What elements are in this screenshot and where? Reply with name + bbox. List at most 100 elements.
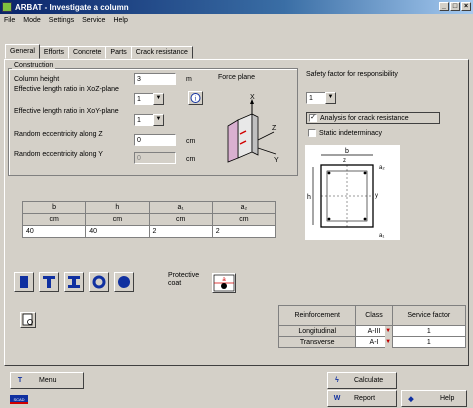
menu-settings[interactable]: Settings (45, 17, 78, 24)
column-height-unit: m (186, 76, 192, 83)
column-front-face (237, 113, 253, 159)
force-plane-label: Force plane (218, 74, 255, 81)
random-ecc-y-input[interactable]: 0 (134, 152, 176, 164)
info-icon: i (190, 93, 201, 103)
safety-factor-label: Safety factor for responsibility (306, 71, 398, 78)
axis-label-y: y (375, 193, 378, 199)
service-factor-value[interactable]: 1 (391, 325, 467, 337)
help-button-label: Help (440, 395, 455, 402)
analysis-crack-label: Analysis for crack resistance (320, 114, 409, 122)
value-a2[interactable]: 2 (211, 225, 277, 238)
circle-section-icon (118, 276, 130, 288)
column-height-label: Column height (14, 76, 60, 83)
calculate-button-label: Calculate (354, 377, 384, 384)
tab-concrete[interactable]: Concrete (68, 46, 107, 59)
scad-logo-text: SCAD (13, 397, 25, 402)
preview-page-icon (22, 313, 33, 326)
menu-mode[interactable]: Mode (19, 17, 45, 24)
report-button-label: Report (354, 395, 376, 402)
rebar-point (363, 171, 367, 175)
table-units-row: cm cm cm cm (21, 213, 277, 226)
info-button[interactable]: i (188, 91, 203, 105)
safety-factor-select[interactable]: 1 ▼ (306, 92, 336, 104)
unit-a1: cm (148, 213, 213, 226)
z-axis-line (257, 131, 275, 141)
circle-profile-button[interactable] (114, 272, 134, 292)
tab-parts[interactable]: Parts (105, 46, 132, 59)
reinforcement-class-value: A-III (367, 327, 381, 335)
app-icon (2, 2, 12, 12)
random-ecc-z-input[interactable]: 0 (134, 134, 176, 146)
reinforcement-class-select[interactable]: A-III ▼ (355, 325, 393, 337)
svg-text:i: i (195, 95, 197, 103)
rebar-point (327, 217, 331, 221)
section-dimensions-table: b h a₁ a₂ cm cm cm cm 40 40 2 2 (21, 201, 277, 238)
report-button[interactable]: W Report (327, 390, 397, 407)
report-icon: W (333, 395, 341, 402)
eff-length-xoy-select[interactable]: 1 ▼ (134, 114, 164, 126)
tab-crack-resistance[interactable]: Crack resistance (130, 46, 193, 59)
dim-label-a2: a₂ (379, 165, 385, 171)
menu-bar: File Mode Settings Service Help (0, 14, 473, 26)
eff-length-xoz-label: Effective length ratio in XoZ-plane (14, 86, 119, 93)
col-header-b: b (21, 201, 87, 214)
service-factor-header: Service factor (391, 305, 467, 326)
reinforcement-header: Reinforcement (277, 305, 357, 326)
reinforcement-class-select[interactable]: A-I ▼ (355, 336, 393, 348)
value-b[interactable]: 40 (21, 225, 87, 238)
window-controls: _ □ × (439, 2, 471, 11)
menu-help[interactable]: Help (109, 17, 131, 24)
scad-logo-flag: SCAD (10, 395, 28, 404)
static-indeterminacy-checkbox[interactable]: Static indeterminacy (308, 129, 382, 137)
tee-section-icon (43, 276, 55, 288)
protective-coat-button[interactable]: a (212, 273, 236, 293)
checkbox-checked-icon: ✓ (309, 114, 317, 122)
tab-general[interactable]: General (5, 44, 40, 59)
menu-button[interactable]: T Menu (10, 372, 84, 389)
rebar-point (363, 217, 367, 221)
analysis-crack-checkbox[interactable]: ✓ Analysis for crack resistance (306, 112, 440, 124)
close-button[interactable]: × (461, 2, 471, 11)
eff-length-xoz-select[interactable]: 1 ▼ (134, 93, 164, 105)
ring-profile-button[interactable] (89, 272, 109, 292)
rect-profile-button[interactable] (14, 272, 34, 292)
ring-section-icon (92, 275, 106, 289)
chevron-down-icon[interactable]: ▼ (384, 326, 392, 337)
menu-icon: T (17, 377, 23, 384)
construction-group-title: Construction (12, 62, 56, 69)
menu-file[interactable]: File (0, 17, 19, 24)
reinforcement-header-row: Reinforcement Class Service factor (277, 305, 467, 326)
maximize-button[interactable]: □ (450, 2, 460, 11)
z-axis-label: Z (272, 125, 277, 132)
help-icon: ◆ (408, 395, 414, 403)
chevron-down-icon[interactable]: ▼ (384, 337, 392, 348)
random-ecc-y-label: Random eccentricity along Y (14, 151, 103, 158)
tee-profile-button[interactable] (39, 272, 59, 292)
i-beam-profile-button[interactable] (64, 272, 84, 292)
help-button[interactable]: ◆ Help (401, 390, 467, 407)
calculate-icon: ϟ (335, 377, 339, 384)
minimize-button[interactable]: _ (439, 2, 449, 11)
y-axis-line (257, 147, 277, 155)
reinforcement-name: Transverse (277, 336, 357, 348)
eff-length-xoy-label: Effective length ratio in XoY-plane (14, 108, 119, 115)
column-height-input[interactable]: 3 (134, 73, 176, 85)
chevron-down-icon[interactable]: ▼ (325, 92, 336, 104)
axis-label-z: z (343, 158, 346, 164)
menu-service[interactable]: Service (78, 17, 109, 24)
preview-button[interactable] (20, 312, 36, 328)
random-ecc-y-unit: cm (186, 156, 196, 163)
section-drawing: b z h y a₂ a₁ (305, 145, 400, 240)
dim-label-h: h (307, 194, 311, 201)
col-header-a1: a₁ (148, 201, 213, 214)
tab-strip: General Efforts Concrete Parts Crack res… (5, 44, 193, 60)
tab-efforts[interactable]: Efforts (38, 46, 70, 59)
service-factor-value[interactable]: 1 (391, 336, 467, 348)
calculate-button[interactable]: ϟ Calculate (327, 372, 397, 389)
chevron-down-icon[interactable]: ▼ (153, 93, 164, 105)
class-header: Class (355, 305, 393, 326)
value-a1[interactable]: 2 (148, 225, 213, 238)
rebar-point (327, 171, 331, 175)
chevron-down-icon[interactable]: ▼ (153, 114, 164, 126)
value-h[interactable]: 40 (85, 225, 150, 238)
